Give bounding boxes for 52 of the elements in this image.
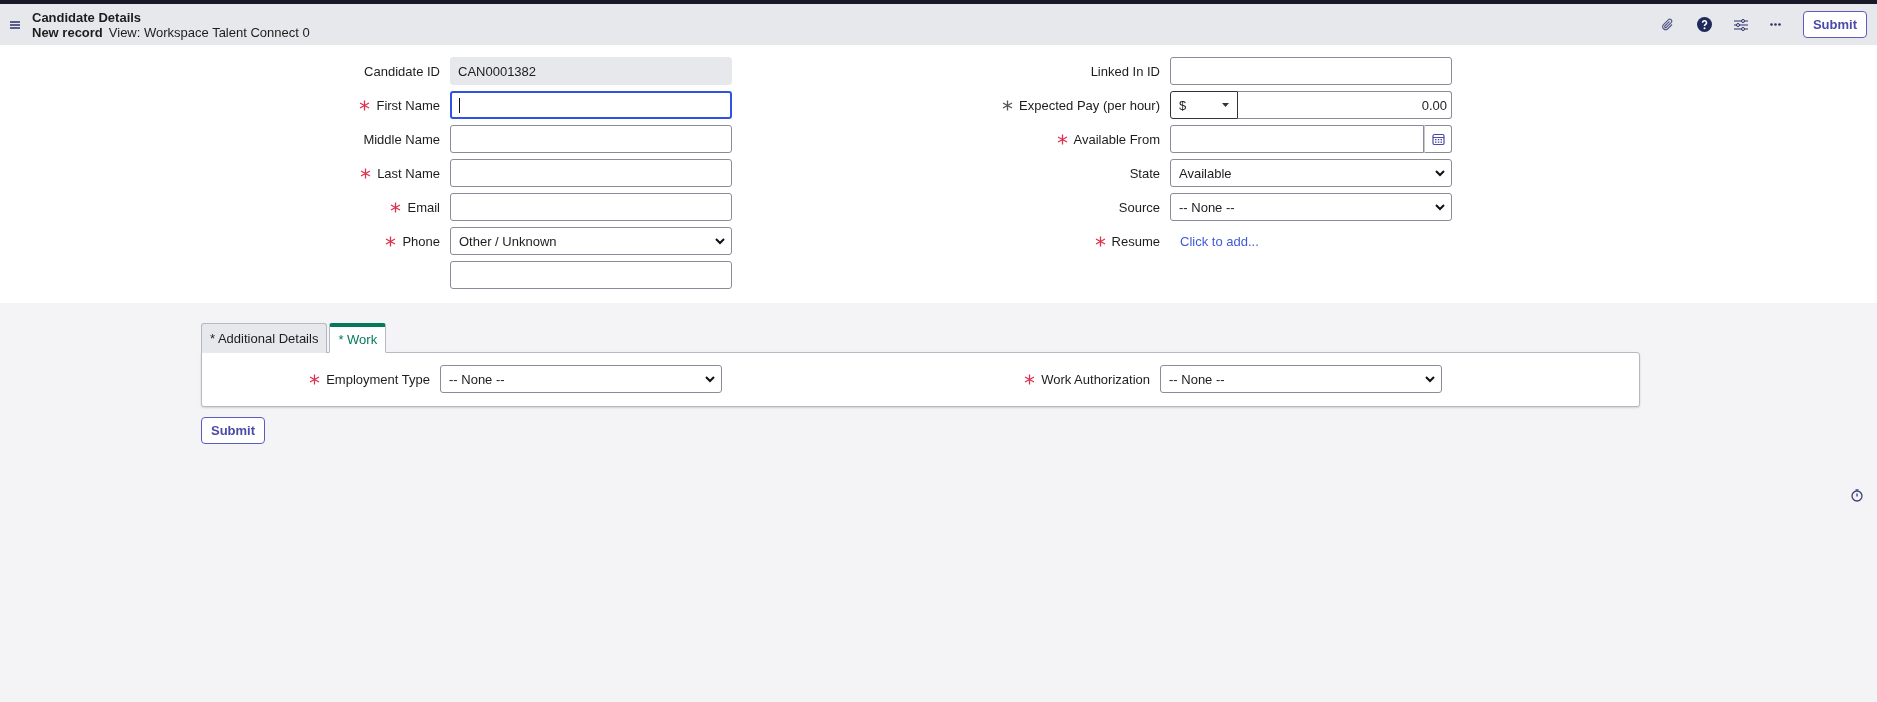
paperclip-icon[interactable] [1660, 17, 1675, 32]
chevron-down-icon [705, 375, 715, 383]
field-label: Phone [402, 233, 440, 249]
chevron-down-icon [1425, 375, 1435, 383]
submit-button[interactable]: Submit [201, 417, 266, 444]
select-field[interactable]: -- None -- [1160, 365, 1442, 393]
field-label: Resume [1111, 233, 1160, 249]
field-label: Linked In ID [1090, 63, 1160, 79]
view-name: View: Workspace Talent Connect 0 [108, 24, 310, 40]
text-input[interactable] [1170, 57, 1452, 85]
record-title: Candidate Details [32, 9, 143, 25]
text-input[interactable] [450, 159, 732, 187]
chevron-down-icon [1435, 203, 1445, 211]
date-input[interactable] [1170, 125, 1424, 153]
select-field[interactable]: Other / Unknown [450, 227, 732, 255]
field-label: Available From [1073, 131, 1160, 147]
text-input[interactable] [450, 261, 732, 289]
add-attachment-link[interactable]: Click to add... [1170, 233, 1259, 249]
read-only-field: CAN0001382 [450, 57, 732, 85]
sliders-icon[interactable] [1733, 18, 1748, 31]
text-input[interactable] [450, 91, 732, 119]
caret-icon [1222, 103, 1229, 107]
field-label: Expected Pay (per hour) [1019, 97, 1160, 113]
field-label: Candidate ID [364, 63, 440, 79]
field-label: State [1129, 165, 1160, 181]
chevron-down-icon [715, 237, 725, 245]
field-label: Email [407, 199, 440, 215]
help-icon[interactable] [1696, 17, 1712, 32]
field-label: Employment Type [326, 371, 430, 387]
field-label: First Name [376, 97, 440, 113]
section-tab[interactable]: * Additional Details [201, 323, 328, 353]
chevron-down-icon [1435, 169, 1445, 177]
field-label: Middle Name [363, 131, 440, 147]
menu-icon[interactable] [10, 20, 20, 29]
text-input[interactable] [450, 193, 732, 221]
text-cursor [459, 97, 460, 113]
field-label: Last Name [377, 165, 440, 181]
field-label: Source [1118, 199, 1160, 215]
submit-button[interactable]: Submit [1802, 11, 1867, 38]
select-field[interactable]: -- None -- [1170, 193, 1452, 221]
currency-select[interactable]: $ [1170, 91, 1238, 119]
section-tab[interactable]: * Work [329, 323, 387, 353]
select-field[interactable]: -- None -- [440, 365, 722, 393]
record-status: New record [32, 24, 103, 40]
calendar-button[interactable] [1424, 125, 1452, 153]
select-field[interactable]: Available [1170, 159, 1452, 187]
stopwatch-icon[interactable] [1851, 489, 1863, 502]
more-options-icon[interactable] [1769, 23, 1781, 26]
calendar-icon [1431, 133, 1445, 145]
amount-input[interactable]: 0.00 [1238, 91, 1452, 119]
field-label: Work Authorization [1041, 371, 1150, 387]
text-input[interactable] [450, 125, 732, 153]
